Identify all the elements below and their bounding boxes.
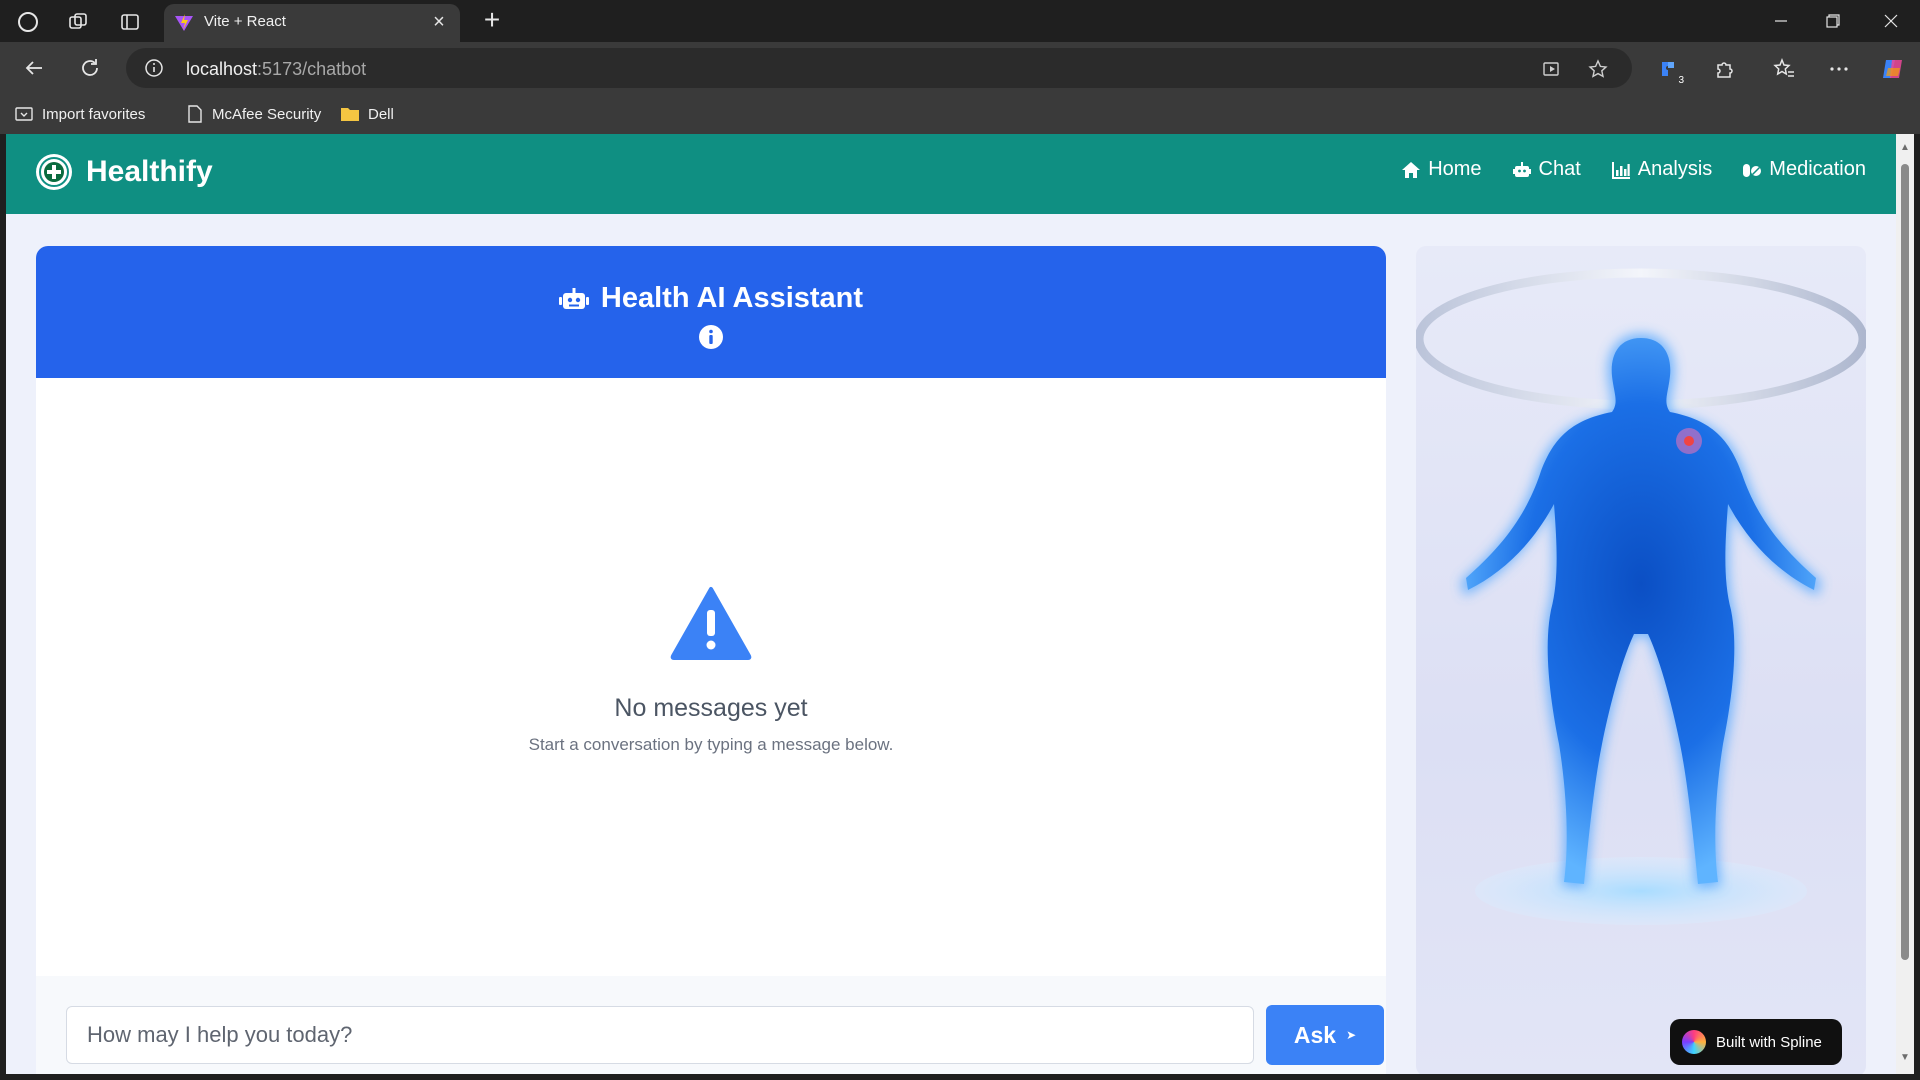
info-icon[interactable] (698, 324, 724, 350)
ask-button[interactable]: Ask ➤ (1266, 1005, 1384, 1065)
favorites-icon[interactable] (1771, 56, 1797, 82)
workspaces-icon[interactable] (64, 8, 92, 36)
scrollbar-thumb[interactable] (1901, 164, 1909, 960)
profile-icon[interactable] (14, 8, 42, 36)
favorite-label: Import favorites (42, 105, 146, 123)
nav-label: Medication (1769, 158, 1866, 180)
address-bar[interactable]: localhost:5173/chatbot (126, 48, 1632, 88)
vite-favicon-icon (175, 14, 193, 31)
favorites-bar: Import favorites McAfee Security Dell (0, 94, 1920, 134)
robot-icon (558, 287, 589, 309)
url-host: localhost (186, 59, 258, 79)
app-header: Healthify Home Chat Analysis Medication (6, 134, 1896, 214)
built-with-spline-badge[interactable]: Built with Spline (1670, 1019, 1842, 1065)
empty-subtitle: Start a conversation by typing a message… (528, 735, 894, 754)
favorite-mcafee[interactable]: McAfee Security (186, 102, 321, 126)
nav-label: Analysis (1637, 158, 1713, 180)
page-scrollbar[interactable]: ▲ ▼ (1896, 134, 1914, 1074)
page-viewport: Healthify Home Chat Analysis Medication (6, 134, 1896, 1074)
chat-title: Health AI Assistant (600, 282, 864, 314)
site-info-icon[interactable] (144, 58, 164, 78)
health-cross-logo-icon (36, 154, 72, 190)
main-nav: Home Chat Analysis Medication (1401, 158, 1866, 181)
message-input[interactable] (66, 1006, 1254, 1064)
tab-title: Vite + React (204, 13, 286, 30)
favorite-label: McAfee Security (212, 105, 322, 123)
close-window-icon[interactable] (1868, 6, 1914, 36)
human-body-figure-icon (1416, 268, 1866, 925)
robot-icon (1512, 161, 1531, 177)
import-icon (15, 107, 33, 121)
new-tab-icon[interactable]: + (478, 6, 506, 35)
nav-home[interactable]: Home (1401, 158, 1482, 181)
empty-state: No messages yet Start a conversation by … (36, 586, 1386, 755)
browser-tab-strip: Vite + React × + (0, 0, 1920, 42)
ask-label: Ask (1293, 1021, 1337, 1048)
favorite-dell[interactable]: Dell (340, 102, 394, 126)
nav-label: Home (1428, 158, 1482, 180)
restore-icon[interactable] (1810, 6, 1856, 36)
copilot-icon[interactable] (1880, 56, 1906, 82)
pills-icon (1743, 163, 1762, 177)
folder-icon (341, 108, 359, 121)
warning-icon (670, 587, 752, 660)
close-tab-icon[interactable]: × (428, 11, 450, 33)
nav-analysis[interactable]: Analysis (1611, 158, 1712, 181)
brand[interactable]: Healthify (34, 152, 213, 192)
empty-title: No messages yet (614, 694, 808, 722)
url-text[interactable]: localhost:5173/chatbot (186, 59, 366, 80)
home-icon (1402, 161, 1421, 178)
back-icon[interactable] (18, 52, 50, 84)
chat-title-row: Health AI Assistant (36, 282, 1386, 315)
extension-icon[interactable]: 3 (1656, 56, 1684, 86)
browser-toolbar: localhost:5173/chatbot 3 (0, 42, 1920, 94)
composer: Ask ➤ (36, 976, 1386, 1074)
nav-medication[interactable]: Medication (1742, 158, 1866, 181)
browser-tab[interactable]: Vite + React × (164, 4, 460, 42)
brand-name: Healthify (86, 155, 213, 188)
minimize-icon[interactable] (1758, 6, 1804, 36)
extension-badge: 3 (1678, 75, 1684, 86)
favorite-star-icon[interactable] (1586, 57, 1610, 81)
spline-badge-label: Built with Spline (1716, 1033, 1822, 1051)
url-path: :5173/chatbot (257, 59, 367, 79)
spline-3d-scene[interactable] (1416, 246, 1866, 1074)
scroll-up-icon[interactable]: ▲ (1899, 142, 1911, 154)
chat-panel: Health AI Assistant No messages yet Star… (36, 246, 1386, 1074)
tab-actions-icon[interactable] (116, 8, 144, 36)
extensions-puzzle-icon[interactable] (1712, 56, 1738, 82)
nav-chat[interactable]: Chat (1512, 158, 1581, 181)
send-arrow-icon: ➤ (1346, 1028, 1357, 1042)
immersive-reader-icon[interactable] (1540, 57, 1564, 81)
more-menu-icon[interactable] (1826, 56, 1852, 82)
scroll-down-icon[interactable]: ▼ (1899, 1052, 1911, 1064)
favorite-label: Dell (368, 105, 394, 123)
chat-header: Health AI Assistant (36, 246, 1386, 378)
page-icon (188, 105, 202, 123)
refresh-icon[interactable] (74, 52, 106, 84)
favorite-import[interactable]: Import favorites (14, 102, 145, 126)
spline-logo-icon (1682, 1030, 1706, 1054)
nav-label: Chat (1538, 158, 1581, 180)
chart-icon (1611, 161, 1630, 179)
